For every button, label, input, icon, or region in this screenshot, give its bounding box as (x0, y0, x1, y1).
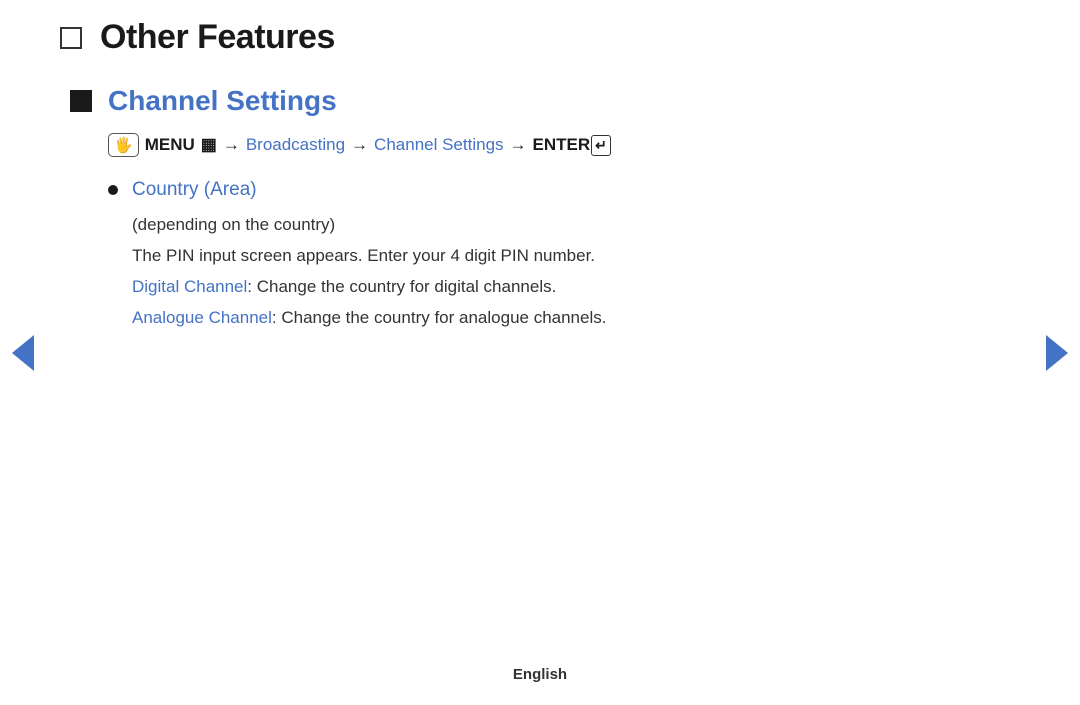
sub-text-analogue: Analogue Channel: Change the country for… (132, 304, 1020, 333)
header-checkbox-icon (60, 27, 82, 49)
bullet-dot-icon (108, 185, 118, 195)
arrow-3: → (510, 135, 527, 155)
menu-step-channel-settings: Channel Settings (374, 135, 503, 155)
section-header: Channel Settings (70, 85, 1020, 117)
digital-channel-desc: : Change the country for digital channel… (247, 277, 556, 296)
menu-hand-icon: 🖐 (108, 133, 139, 157)
section-title: Channel Settings (108, 85, 337, 117)
menu-path: 🖐 MENU ▦ → Broadcasting → Channel Settin… (108, 133, 1020, 157)
section-icon (70, 90, 92, 112)
menu-step-broadcasting: Broadcasting (246, 135, 345, 155)
sub-content: (depending on the country) The PIN input… (132, 211, 1020, 333)
bullet-item-country: Country (Area) (108, 179, 1020, 201)
sub-text-pin: The PIN input screen appears. Enter your… (132, 242, 1020, 269)
digital-channel-link: Digital Channel (132, 277, 247, 296)
sub-text-depending: (depending on the country) (132, 211, 1020, 238)
menu-label: MENU (145, 135, 195, 155)
enter-button-label: ENTER↵ (533, 135, 611, 156)
arrow-2: → (351, 135, 368, 155)
bullet-title: Country (Area) (132, 179, 257, 201)
enter-icon: ↵ (591, 135, 611, 156)
footer-language: English (513, 666, 567, 683)
analogue-channel-link: Analogue Channel (132, 308, 272, 327)
page-title: Other Features (100, 18, 335, 57)
analogue-channel-desc: : Change the country for analogue channe… (272, 308, 607, 327)
page-container: Other Features Channel Settings 🖐 MENU ▦… (0, 0, 1080, 705)
sub-text-digital: Digital Channel: Change the country for … (132, 273, 1020, 302)
prev-page-arrow[interactable] (12, 335, 34, 371)
content-area: Country (Area) (depending on the country… (108, 179, 1020, 333)
main-section: Channel Settings 🖐 MENU ▦ → Broadcasting… (70, 85, 1020, 333)
menu-grid-icon: ▦ (201, 135, 217, 155)
header-section: Other Features (60, 18, 1020, 57)
next-page-arrow[interactable] (1046, 335, 1068, 371)
arrow-1: → (223, 135, 240, 155)
enter-text: ENTER (533, 135, 591, 155)
